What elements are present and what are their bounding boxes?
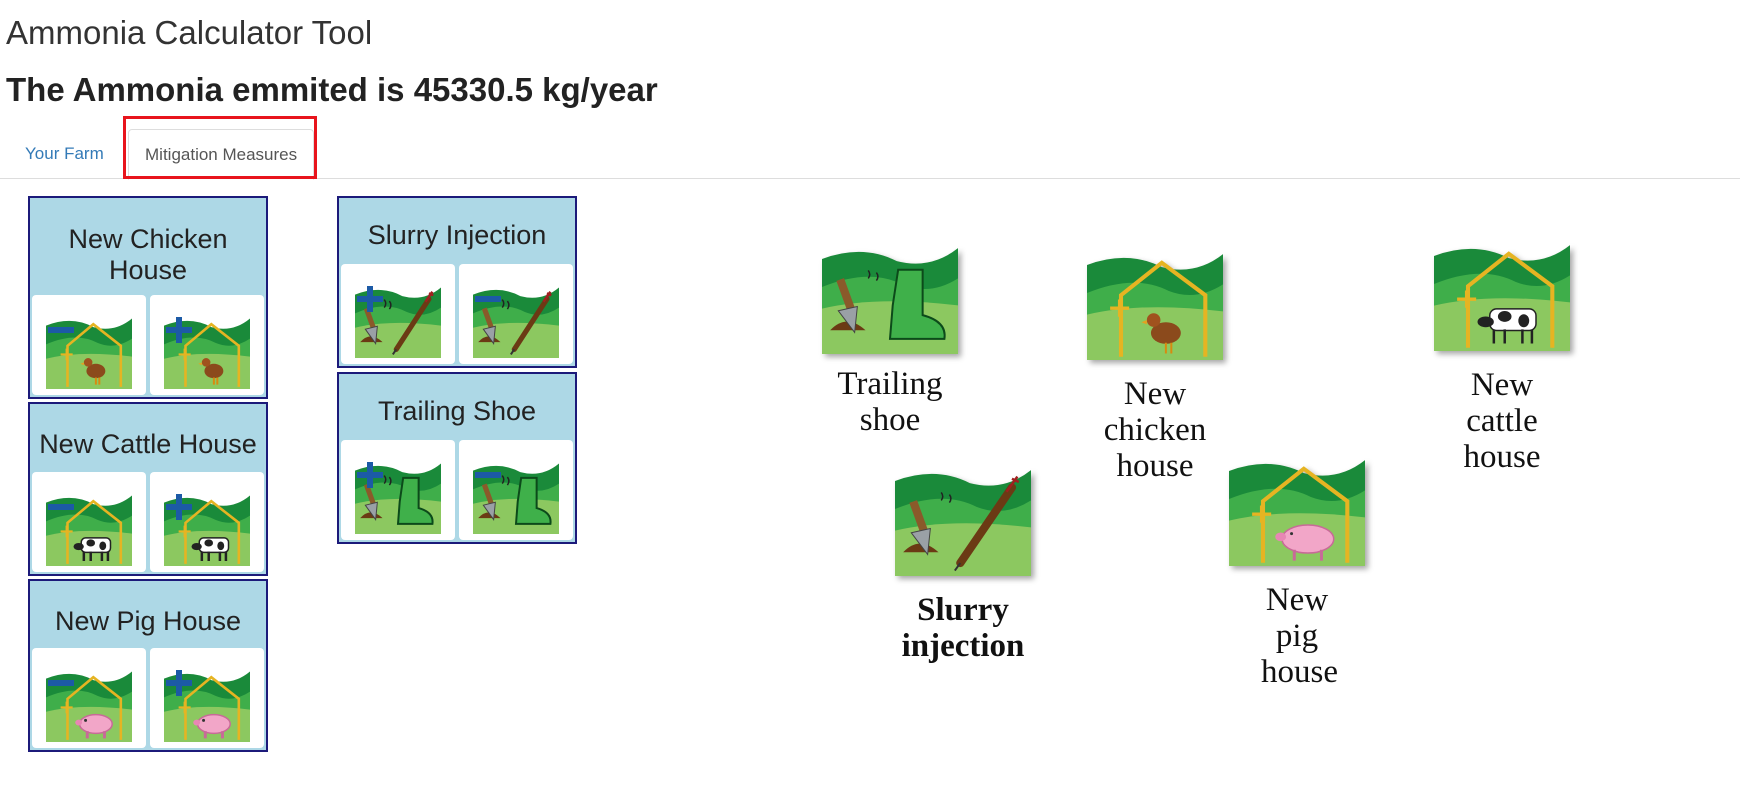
pig-house-icon — [1217, 458, 1377, 566]
app-title: Ammonia Calculator Tool — [6, 14, 373, 51]
tab-bar: Your Farm Mitigation Measures — [0, 127, 1740, 180]
card-trailing-shoe: Trailing Shoe — [337, 372, 577, 544]
card-new-pig-house: New Pig House — [28, 579, 268, 752]
map-item-slurry-injection[interactable]: Slurry injection — [883, 468, 1043, 664]
card-title: New Cattle House — [39, 429, 257, 459]
card-title: Slurry Injection — [367, 220, 547, 250]
map-item-label: New pig house — [1261, 582, 1338, 690]
pig-house-minus-button[interactable] — [32, 648, 146, 748]
trailing-shoe-minus-button[interactable] — [459, 440, 573, 540]
chicken-house-minus-button[interactable] — [32, 295, 146, 395]
cattle-house-icon — [1422, 243, 1582, 351]
slurry-injection-icon — [883, 468, 1043, 576]
cattle-house-minus-button[interactable] — [32, 472, 146, 572]
button-row — [32, 472, 264, 572]
card-slurry-injection: Slurry Injection — [337, 196, 577, 368]
slurry-injection-minus-button[interactable] — [459, 264, 573, 364]
tab-your-farm[interactable]: Your Farm — [9, 129, 120, 179]
button-row — [341, 264, 573, 364]
trailing-shoe-icon — [810, 246, 970, 354]
map-item-new-pig-house[interactable]: New pig house — [1217, 458, 1377, 690]
map-item-label: New cattle house — [1463, 367, 1541, 475]
card-new-cattle-house: New Cattle House — [28, 402, 268, 576]
map-item-trailing-shoe[interactable]: Trailing shoe — [810, 246, 970, 438]
pig-house-plus-button[interactable] — [150, 648, 264, 748]
map-item-label: New chicken house — [1103, 376, 1207, 484]
ammonia-result: The Ammonia emmited is 45330.5 kg/year — [6, 71, 658, 108]
chicken-house-icon — [1075, 252, 1235, 360]
button-row — [32, 295, 264, 395]
button-row — [341, 440, 573, 540]
card-title: New Pig House — [54, 606, 242, 636]
card-title: Trailing Shoe — [377, 396, 537, 426]
card-new-chicken-house: New Chicken House — [28, 196, 268, 399]
slurry-injection-plus-button[interactable] — [341, 264, 455, 364]
card-title: New Chicken House — [68, 224, 228, 285]
cattle-house-plus-button[interactable] — [150, 472, 264, 572]
map-item-label: Slurry injection — [901, 592, 1025, 664]
map-item-label: Trailing shoe — [837, 366, 943, 438]
map-item-new-chicken-house[interactable]: New chicken house — [1075, 252, 1235, 484]
tab-mitigation-measures[interactable]: Mitigation Measures — [128, 129, 315, 180]
chicken-house-plus-button[interactable] — [150, 295, 264, 395]
map-item-new-cattle-house[interactable]: New cattle house — [1422, 243, 1582, 475]
trailing-shoe-plus-button[interactable] — [341, 440, 455, 540]
button-row — [32, 648, 264, 748]
